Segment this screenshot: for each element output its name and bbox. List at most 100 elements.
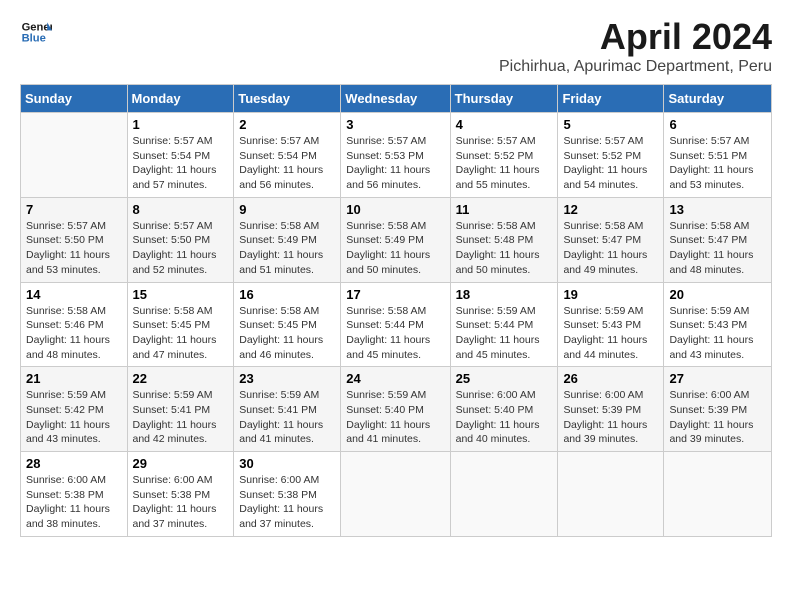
calendar-cell — [664, 452, 772, 537]
header: General Blue April 2024 Pichirhua, Apuri… — [20, 16, 772, 76]
cell-info: Sunrise: 5:58 AM Sunset: 5:49 PM Dayligh… — [239, 219, 335, 278]
calendar-cell: 2 Sunrise: 5:57 AM Sunset: 5:54 PM Daylig… — [234, 113, 341, 198]
calendar-cell: 13 Sunrise: 5:58 AM Sunset: 5:47 PM Dayli… — [664, 197, 772, 282]
calendar-cell: 22 Sunrise: 5:59 AM Sunset: 5:41 PM Dayli… — [127, 367, 234, 452]
calendar-week-5: 28 Sunrise: 6:00 AM Sunset: 5:38 PM Dayli… — [21, 452, 772, 537]
logo-icon: General Blue — [20, 16, 52, 48]
day-number: 10 — [346, 202, 444, 217]
day-number: 8 — [133, 202, 229, 217]
calendar-header-row: SundayMondayTuesdayWednesdayThursdayFrid… — [21, 85, 772, 113]
calendar-week-4: 21 Sunrise: 5:59 AM Sunset: 5:42 PM Dayli… — [21, 367, 772, 452]
calendar-cell: 24 Sunrise: 5:59 AM Sunset: 5:40 PM Dayli… — [341, 367, 450, 452]
calendar-cell: 7 Sunrise: 5:57 AM Sunset: 5:50 PM Daylig… — [21, 197, 128, 282]
calendar-cell: 11 Sunrise: 5:58 AM Sunset: 5:48 PM Dayli… — [450, 197, 558, 282]
calendar-week-1: 1 Sunrise: 5:57 AM Sunset: 5:54 PM Daylig… — [21, 113, 772, 198]
day-number: 11 — [456, 202, 553, 217]
cell-info: Sunrise: 5:59 AM Sunset: 5:42 PM Dayligh… — [26, 388, 122, 447]
calendar-cell: 9Sunrise: 5:58 AM Sunset: 5:49 PM Daylig… — [234, 197, 341, 282]
day-number: 17 — [346, 287, 444, 302]
calendar-cell: 28 Sunrise: 6:00 AM Sunset: 5:38 PM Dayli… — [21, 452, 128, 537]
cell-info: Sunrise: 5:58 AM Sunset: 5:46 PM Dayligh… — [26, 304, 122, 363]
calendar-cell: 12Sunrise: 5:58 AM Sunset: 5:47 PM Dayli… — [558, 197, 664, 282]
day-number: 28 — [26, 456, 122, 471]
cell-info: Sunrise: 6:00 AM Sunset: 5:39 PM Dayligh… — [669, 388, 766, 447]
cell-info: Sunrise: 5:57 AM Sunset: 5:53 PM Dayligh… — [346, 134, 444, 193]
calendar-cell: 27 Sunrise: 6:00 AM Sunset: 5:39 PM Dayli… — [664, 367, 772, 452]
calendar-cell: 17 Sunrise: 5:58 AM Sunset: 5:44 PM Dayli… — [341, 282, 450, 367]
calendar-week-2: 7 Sunrise: 5:57 AM Sunset: 5:50 PM Daylig… — [21, 197, 772, 282]
cell-info: Sunrise: 5:59 AM Sunset: 5:41 PM Dayligh… — [133, 388, 229, 447]
calendar-cell: 4 Sunrise: 5:57 AM Sunset: 5:52 PM Daylig… — [450, 113, 558, 198]
day-number: 3 — [346, 117, 444, 132]
calendar-cell: 8 Sunrise: 5:57 AM Sunset: 5:50 PM Daylig… — [127, 197, 234, 282]
cell-info: Sunrise: 5:57 AM Sunset: 5:52 PM Dayligh… — [456, 134, 553, 193]
cell-info: Sunrise: 5:59 AM Sunset: 5:41 PM Dayligh… — [239, 388, 335, 447]
day-number: 18 — [456, 287, 553, 302]
day-number: 1 — [133, 117, 229, 132]
column-header-tuesday: Tuesday — [234, 85, 341, 113]
calendar-cell: 25 Sunrise: 6:00 AM Sunset: 5:40 PM Dayli… — [450, 367, 558, 452]
cell-info: Sunrise: 5:58 AM Sunset: 5:47 PM Dayligh… — [563, 219, 658, 278]
cell-info: Sunrise: 5:59 AM Sunset: 5:40 PM Dayligh… — [346, 388, 444, 447]
cell-info: Sunrise: 5:58 AM Sunset: 5:45 PM Dayligh… — [239, 304, 335, 363]
calendar-cell: 21 Sunrise: 5:59 AM Sunset: 5:42 PM Dayli… — [21, 367, 128, 452]
day-number: 4 — [456, 117, 553, 132]
day-number: 2 — [239, 117, 335, 132]
month-title: April 2024 — [499, 16, 772, 58]
day-number: 16 — [239, 287, 335, 302]
calendar-cell: 5Sunrise: 5:57 AM Sunset: 5:52 PM Daylig… — [558, 113, 664, 198]
cell-info: Sunrise: 6:00 AM Sunset: 5:40 PM Dayligh… — [456, 388, 553, 447]
calendar-cell: 15 Sunrise: 5:58 AM Sunset: 5:45 PM Dayli… — [127, 282, 234, 367]
day-number: 25 — [456, 371, 553, 386]
location-title: Pichirhua, Apurimac Department, Peru — [499, 58, 772, 76]
cell-info: Sunrise: 5:58 AM Sunset: 5:49 PM Dayligh… — [346, 219, 444, 278]
calendar-cell — [21, 113, 128, 198]
cell-info: Sunrise: 5:59 AM Sunset: 5:43 PM Dayligh… — [563, 304, 658, 363]
calendar-cell — [558, 452, 664, 537]
day-number: 26 — [563, 371, 658, 386]
day-number: 13 — [669, 202, 766, 217]
day-number: 27 — [669, 371, 766, 386]
day-number: 21 — [26, 371, 122, 386]
cell-info: Sunrise: 5:57 AM Sunset: 5:54 PM Dayligh… — [239, 134, 335, 193]
calendar-cell — [341, 452, 450, 537]
calendar-cell: 14Sunrise: 5:58 AM Sunset: 5:46 PM Dayli… — [21, 282, 128, 367]
cell-info: Sunrise: 5:57 AM Sunset: 5:50 PM Dayligh… — [26, 219, 122, 278]
cell-info: Sunrise: 5:58 AM Sunset: 5:47 PM Dayligh… — [669, 219, 766, 278]
cell-info: Sunrise: 6:00 AM Sunset: 5:38 PM Dayligh… — [26, 473, 122, 532]
calendar-cell: 18 Sunrise: 5:59 AM Sunset: 5:44 PM Dayli… — [450, 282, 558, 367]
calendar-cell: 23Sunrise: 5:59 AM Sunset: 5:41 PM Dayli… — [234, 367, 341, 452]
calendar-cell: 1Sunrise: 5:57 AM Sunset: 5:54 PM Daylig… — [127, 113, 234, 198]
calendar-cell: 3 Sunrise: 5:57 AM Sunset: 5:53 PM Daylig… — [341, 113, 450, 198]
calendar-cell: 16 Sunrise: 5:58 AM Sunset: 5:45 PM Dayli… — [234, 282, 341, 367]
calendar-cell — [450, 452, 558, 537]
day-number: 20 — [669, 287, 766, 302]
calendar-week-3: 14Sunrise: 5:58 AM Sunset: 5:46 PM Dayli… — [21, 282, 772, 367]
column-header-saturday: Saturday — [664, 85, 772, 113]
cell-info: Sunrise: 5:58 AM Sunset: 5:44 PM Dayligh… — [346, 304, 444, 363]
svg-text:Blue: Blue — [22, 33, 46, 45]
calendar-cell: 29Sunrise: 6:00 AM Sunset: 5:38 PM Dayli… — [127, 452, 234, 537]
cell-info: Sunrise: 5:57 AM Sunset: 5:52 PM Dayligh… — [563, 134, 658, 193]
day-number: 19 — [563, 287, 658, 302]
day-number: 15 — [133, 287, 229, 302]
cell-info: Sunrise: 5:59 AM Sunset: 5:44 PM Dayligh… — [456, 304, 553, 363]
day-number: 30 — [239, 456, 335, 471]
cell-info: Sunrise: 5:59 AM Sunset: 5:43 PM Dayligh… — [669, 304, 766, 363]
calendar-cell: 30 Sunrise: 6:00 AM Sunset: 5:38 PM Dayli… — [234, 452, 341, 537]
cell-info: Sunrise: 6:00 AM Sunset: 5:38 PM Dayligh… — [239, 473, 335, 532]
column-header-friday: Friday — [558, 85, 664, 113]
title-area: April 2024 Pichirhua, Apurimac Departmen… — [499, 16, 772, 76]
day-number: 22 — [133, 371, 229, 386]
logo: General Blue — [20, 16, 52, 48]
calendar-cell: 20 Sunrise: 5:59 AM Sunset: 5:43 PM Dayli… — [664, 282, 772, 367]
day-number: 24 — [346, 371, 444, 386]
calendar-cell: 6Sunrise: 5:57 AM Sunset: 5:51 PM Daylig… — [664, 113, 772, 198]
cell-info: Sunrise: 5:58 AM Sunset: 5:48 PM Dayligh… — [456, 219, 553, 278]
day-number: 7 — [26, 202, 122, 217]
day-number: 6 — [669, 117, 766, 132]
cell-info: Sunrise: 5:57 AM Sunset: 5:50 PM Dayligh… — [133, 219, 229, 278]
cell-info: Sunrise: 5:58 AM Sunset: 5:45 PM Dayligh… — [133, 304, 229, 363]
column-header-sunday: Sunday — [21, 85, 128, 113]
column-header-wednesday: Wednesday — [341, 85, 450, 113]
